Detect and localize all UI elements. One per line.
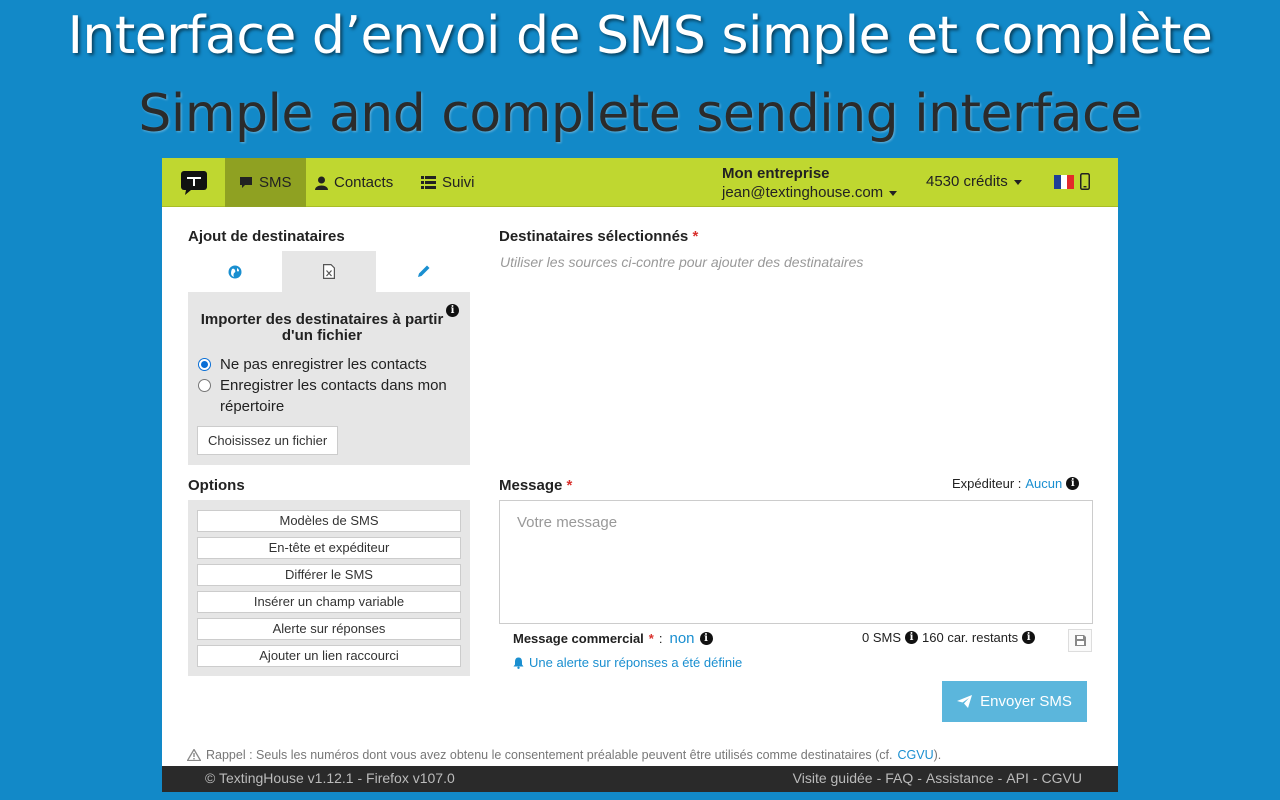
option-delay-sms[interactable]: Différer le SMS	[197, 564, 461, 586]
tab-file-import[interactable]	[282, 251, 376, 292]
credits-menu[interactable]: 4530 crédits	[926, 173, 1022, 190]
cgvu-link[interactable]: CGVU	[898, 748, 934, 762]
navbar: SMS Contacts Suivi Mon entreprise jean@t…	[162, 158, 1118, 207]
list-icon	[421, 176, 436, 189]
sender-field: Expéditeur : Aucun i	[952, 476, 1080, 491]
chevron-down-icon	[1013, 179, 1022, 185]
app-window: SMS Contacts Suivi Mon entreprise jean@t…	[162, 158, 1118, 792]
footer-separator: -	[1032, 770, 1038, 786]
excel-file-icon	[323, 264, 335, 279]
choose-file-button[interactable]: Choisissez un fichier	[197, 426, 339, 455]
commercial-label: Message commercial	[513, 631, 644, 646]
banner-title-fr: Interface d’envoi de SMS simple et compl…	[67, 6, 1213, 66]
sender-label: Expéditeur :	[952, 476, 1022, 491]
reply-alert-text: Une alerte sur réponses a été définie	[529, 655, 743, 670]
footer-separator: -	[917, 770, 922, 786]
required-mark: *	[692, 228, 699, 245]
account-email: jean@textinghouse.com	[722, 184, 884, 201]
info-icon[interactable]: i	[446, 304, 459, 317]
footer-links: Visite guidée - FAQ - Assistance - API -…	[793, 770, 1082, 786]
footer-link-faq[interactable]: FAQ	[885, 770, 913, 786]
radio-button[interactable]	[198, 379, 211, 392]
option-insert-variable[interactable]: Insérer un champ variable	[197, 591, 461, 613]
nav-tab-suivi[interactable]: Suivi	[407, 158, 489, 207]
nav-tab-label: Contacts	[334, 174, 394, 191]
info-icon[interactable]: i	[905, 631, 919, 644]
options-panel: Modèles de SMS En-tête et expéditeur Dif…	[188, 500, 470, 676]
info-icon[interactable]: i	[1066, 477, 1080, 490]
footer-separator: -	[876, 770, 882, 786]
info-icon[interactable]: i	[1022, 631, 1036, 644]
globe-icon	[228, 265, 242, 278]
nav-tab-label: Suivi	[442, 174, 475, 191]
comment-icon	[240, 177, 252, 188]
commercial-message-field: Message commercial * : non i	[513, 630, 713, 647]
info-icon[interactable]: i	[699, 632, 713, 645]
pencil-icon	[417, 265, 429, 277]
nav-tab-sms[interactable]: SMS	[225, 158, 306, 207]
colon: :	[658, 631, 663, 646]
radio-no-save[interactable]: Ne pas enregistrer les contacts	[198, 354, 463, 375]
option-reply-alert[interactable]: Alerte sur réponses	[197, 618, 461, 640]
recipients-source-title: Ajout de destinataires	[188, 228, 345, 245]
option-sms-templates[interactable]: Modèles de SMS	[197, 510, 461, 532]
commercial-value-link[interactable]: non	[669, 630, 694, 647]
options-title: Options	[188, 477, 245, 494]
floppy-disk-icon	[1074, 635, 1086, 646]
source-tabs	[188, 251, 470, 292]
required-mark: *	[648, 631, 654, 646]
option-short-link[interactable]: Ajouter un lien raccourci	[197, 645, 461, 667]
save-draft-button[interactable]	[1068, 629, 1092, 652]
message-label: Message	[499, 477, 563, 494]
footer-link-guided-tour[interactable]: Visite guidée	[793, 770, 873, 786]
banner-title-en: Simple and complete sending interface	[138, 84, 1142, 144]
radio-label: Enregistrer les contacts dans mon répert…	[220, 377, 447, 415]
send-button-label: Envoyer SMS	[980, 693, 1072, 710]
radio-save-contacts[interactable]: Enregistrer les contacts dans mon répert…	[198, 375, 463, 417]
reply-alert-link[interactable]: Une alerte sur réponses a été définie	[513, 655, 742, 670]
nav-tab-contacts[interactable]: Contacts	[301, 158, 407, 207]
radio-button[interactable]	[198, 358, 211, 371]
tab-manual-entry[interactable]	[376, 251, 470, 292]
chars-remaining: 160 car. restants	[922, 630, 1019, 645]
file-import-panel: Importer des destinataires à partir d'un…	[188, 292, 470, 465]
reminder-end: ).	[933, 748, 942, 762]
french-flag-icon[interactable]	[1054, 175, 1075, 189]
warning-icon	[187, 749, 201, 761]
message-textarea[interactable]	[499, 500, 1093, 624]
sender-value-link[interactable]: Aucun	[1025, 476, 1062, 491]
footer-version: © TextingHouse v1.12.1 - Firefox v107.0	[205, 770, 455, 786]
credits-label: 4530 crédits	[926, 173, 1008, 190]
user-icon	[315, 176, 328, 190]
consent-reminder: Rappel : Seuls les numéros dont vous ave…	[187, 748, 941, 762]
account-menu[interactable]: Mon entreprise jean@textinghouse.com	[722, 164, 898, 202]
chevron-down-icon	[889, 190, 898, 196]
company-name: Mon entreprise	[722, 165, 830, 182]
reminder-text: Rappel : Seuls les numéros dont vous ave…	[206, 748, 893, 762]
import-title: Importer des destinataires à partir d'un…	[200, 311, 444, 344]
logo-icon[interactable]	[180, 170, 208, 196]
radio-label: Ne pas enregistrer les contacts	[220, 356, 427, 373]
nav-tab-label: SMS	[259, 174, 292, 191]
sms-counter: 0 SMS i 160 car. restants i	[862, 630, 1036, 645]
recipients-placeholder: Utiliser les sources ci-contre pour ajou…	[500, 254, 864, 270]
footer: © TextingHouse v1.12.1 - Firefox v107.0 …	[162, 766, 1118, 792]
paper-plane-icon	[957, 695, 973, 708]
footer-link-cgvu[interactable]: CGVU	[1042, 770, 1082, 786]
footer-link-api[interactable]: API	[1006, 770, 1029, 786]
message-title: Message *	[499, 477, 572, 494]
required-mark: *	[566, 477, 573, 494]
bell-icon	[513, 657, 524, 669]
mobile-phone-icon[interactable]	[1080, 173, 1090, 190]
selected-recipients-title: Destinataires sélectionnés *	[499, 228, 698, 245]
selected-recipients-label: Destinataires sélectionnés	[499, 228, 689, 245]
sms-count: 0 SMS	[862, 630, 902, 645]
send-sms-button[interactable]: Envoyer SMS	[942, 681, 1087, 722]
tab-web-source[interactable]	[188, 251, 282, 292]
footer-separator: -	[997, 770, 1003, 786]
footer-link-support[interactable]: Assistance	[926, 770, 994, 786]
option-header-sender[interactable]: En-tête et expéditeur	[197, 537, 461, 559]
